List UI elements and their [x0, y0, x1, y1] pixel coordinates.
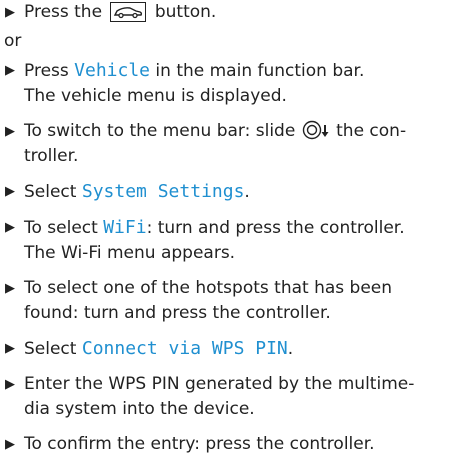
step-text: : turn and press the controller. [146, 218, 405, 238]
step-result: The vehicle menu is displayed. [24, 86, 287, 106]
step-text: . [244, 182, 250, 202]
step-switch-menu-bar: ▶ To switch to the menu bar: slide the c… [4, 119, 470, 169]
step-text: . [287, 339, 294, 359]
car-button-icon [110, 2, 147, 22]
step-marker: ▶ [5, 5, 15, 20]
step-marker: ▶ [5, 184, 15, 199]
step-text: Select [24, 182, 77, 202]
step-select-hotspot: ▶ To select one of the hotspots that has… [4, 276, 470, 326]
step-marker: ▶ [5, 437, 15, 452]
step-text: Enter the WPS PIN generated by the multi… [24, 374, 415, 394]
controller-slide-down-icon [301, 120, 331, 140]
step-text: Select [24, 339, 77, 359]
menu-item-vehicle: Vehicle [74, 60, 151, 81]
step-text: Press [24, 61, 69, 81]
step-text: To confirm the entry: press the controll… [24, 434, 375, 454]
step-press-car-button: ▶ Press the button. [4, 0, 470, 25]
step-marker: ▶ [5, 220, 15, 235]
step-select-connect-wps-pin: ▶ Select Connect via WPS PIN. [4, 336, 470, 362]
step-marker: ▶ [5, 124, 15, 139]
step-text: in the main function bar. [155, 61, 365, 81]
step-text: To switch to the menu bar: slide [24, 121, 296, 141]
menu-item-system-settings: System Settings [81, 181, 245, 202]
step-text-cont: dia system into the device. [24, 399, 255, 419]
step-enter-wps-pin: ▶ Enter the WPS PIN generated by the mul… [4, 372, 470, 422]
step-text: To select [24, 218, 98, 238]
step-text: Press the [24, 2, 103, 22]
step-text: the con- [336, 121, 407, 141]
step-marker: ▶ [5, 341, 15, 356]
step-marker: ▶ [5, 63, 15, 78]
step-text-cont: found: turn and press the controller. [24, 303, 331, 323]
step-text: button. [154, 2, 217, 22]
step-press-vehicle: ▶ Press Vehicle in the main function bar… [4, 58, 470, 109]
or-text: or [4, 31, 22, 51]
instruction-document: ▶ Press the button. or ▶ Press Vehicle i… [4, 0, 470, 457]
step-confirm-entry: ▶ To confirm the entry: press the contro… [4, 432, 470, 457]
step-text-cont: troller. [24, 146, 79, 166]
step-marker: ▶ [5, 377, 15, 392]
step-select-system-settings: ▶ Select System Settings. [4, 179, 470, 205]
step-marker: ▶ [5, 281, 15, 296]
step-result: The Wi-Fi menu appears. [24, 243, 236, 263]
step-select-wifi: ▶ To select WiFi: turn and press the con… [4, 215, 470, 266]
step-text: To select one of the hotspots that has b… [24, 278, 393, 298]
menu-item-connect-via-wps-pin: Connect via WPS PIN [81, 338, 288, 359]
menu-item-wifi: WiFi [103, 217, 147, 238]
